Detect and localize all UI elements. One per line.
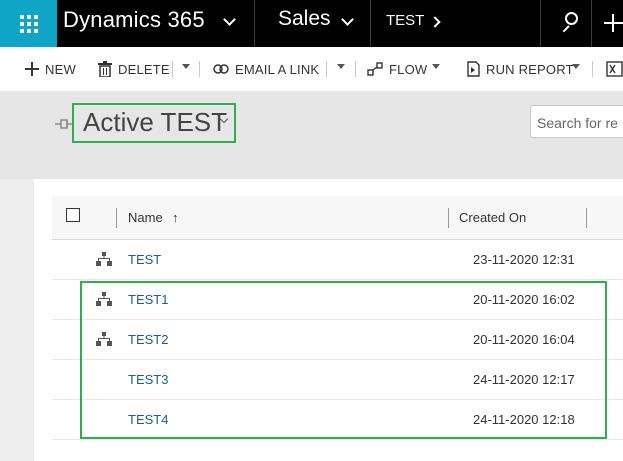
report-icon	[467, 61, 480, 77]
chevron-down-icon[interactable]	[341, 13, 354, 26]
trash-icon	[98, 61, 112, 77]
select-all-checkbox[interactable]	[66, 208, 80, 222]
top-nav-bar: Dynamics 365 Sales TEST	[0, 0, 623, 47]
new-button[interactable]: NEW	[25, 59, 76, 79]
link-icon	[213, 64, 229, 74]
highlight-box-view-title	[72, 103, 236, 143]
created-on-cell: 23-11-2020 12:31	[473, 252, 575, 267]
highlight-box-rows	[80, 281, 607, 439]
pin-icon[interactable]	[55, 118, 73, 130]
delete-button[interactable]: DELETE	[98, 59, 170, 79]
nav-divider	[370, 0, 371, 47]
app-launcher-icon[interactable]	[0, 0, 57, 47]
column-divider[interactable]	[448, 208, 449, 228]
email-link-button[interactable]: EMAIL A LINK	[213, 59, 319, 79]
plus-icon	[25, 62, 39, 76]
chevron-right-icon[interactable]	[429, 16, 441, 28]
nav-divider	[540, 0, 541, 47]
hierarchy-icon[interactable]	[96, 252, 112, 266]
search-icon[interactable]	[560, 12, 579, 34]
column-divider[interactable]	[586, 208, 587, 228]
command-divider	[199, 61, 200, 77]
chevron-down-icon[interactable]	[223, 13, 236, 26]
entity-breadcrumb[interactable]: TEST	[386, 12, 424, 29]
run-report-label: RUN REPORT	[486, 61, 574, 77]
column-header-created-on[interactable]: Created On	[459, 210, 526, 225]
area-label[interactable]: Sales	[278, 7, 331, 31]
command-bar: NEW DELETE EMAIL A LINK FLOW RUN REPORT	[0, 47, 623, 91]
excel-icon	[606, 61, 623, 77]
nav-divider	[591, 0, 592, 47]
record-name-link[interactable]: TEST	[128, 252, 161, 267]
app-name[interactable]: Dynamics 365	[63, 7, 205, 33]
table-row[interactable]: TEST 23-11-2020 12:31	[52, 240, 623, 280]
flow-dropdown-icon[interactable]	[432, 64, 440, 69]
sort-ascending-icon[interactable]: ↑	[172, 210, 179, 225]
flow-label: FLOW	[389, 61, 428, 77]
column-divider[interactable]	[116, 208, 117, 228]
more-delete-dropdown-icon[interactable]	[182, 64, 190, 69]
command-divider	[592, 61, 593, 77]
command-divider	[355, 61, 356, 77]
run-report-dropdown-icon[interactable]	[572, 64, 580, 69]
left-panel	[0, 179, 34, 461]
new-label: NEW	[45, 61, 76, 77]
search-records-input[interactable]: Search for re	[530, 105, 623, 138]
flow-button[interactable]: FLOW	[367, 59, 427, 79]
run-report-button[interactable]: RUN REPORT	[467, 59, 574, 79]
plus-icon[interactable]	[604, 12, 623, 34]
nav-divider	[254, 0, 255, 47]
column-header-name[interactable]: Name	[128, 210, 163, 225]
excel-button[interactable]	[606, 59, 623, 79]
flow-icon	[367, 62, 383, 76]
command-divider	[326, 61, 327, 77]
delete-label: DELETE	[118, 61, 170, 77]
email-link-label: EMAIL A LINK	[235, 61, 320, 77]
command-divider	[172, 61, 173, 77]
more-email-dropdown-icon[interactable]	[337, 64, 345, 69]
